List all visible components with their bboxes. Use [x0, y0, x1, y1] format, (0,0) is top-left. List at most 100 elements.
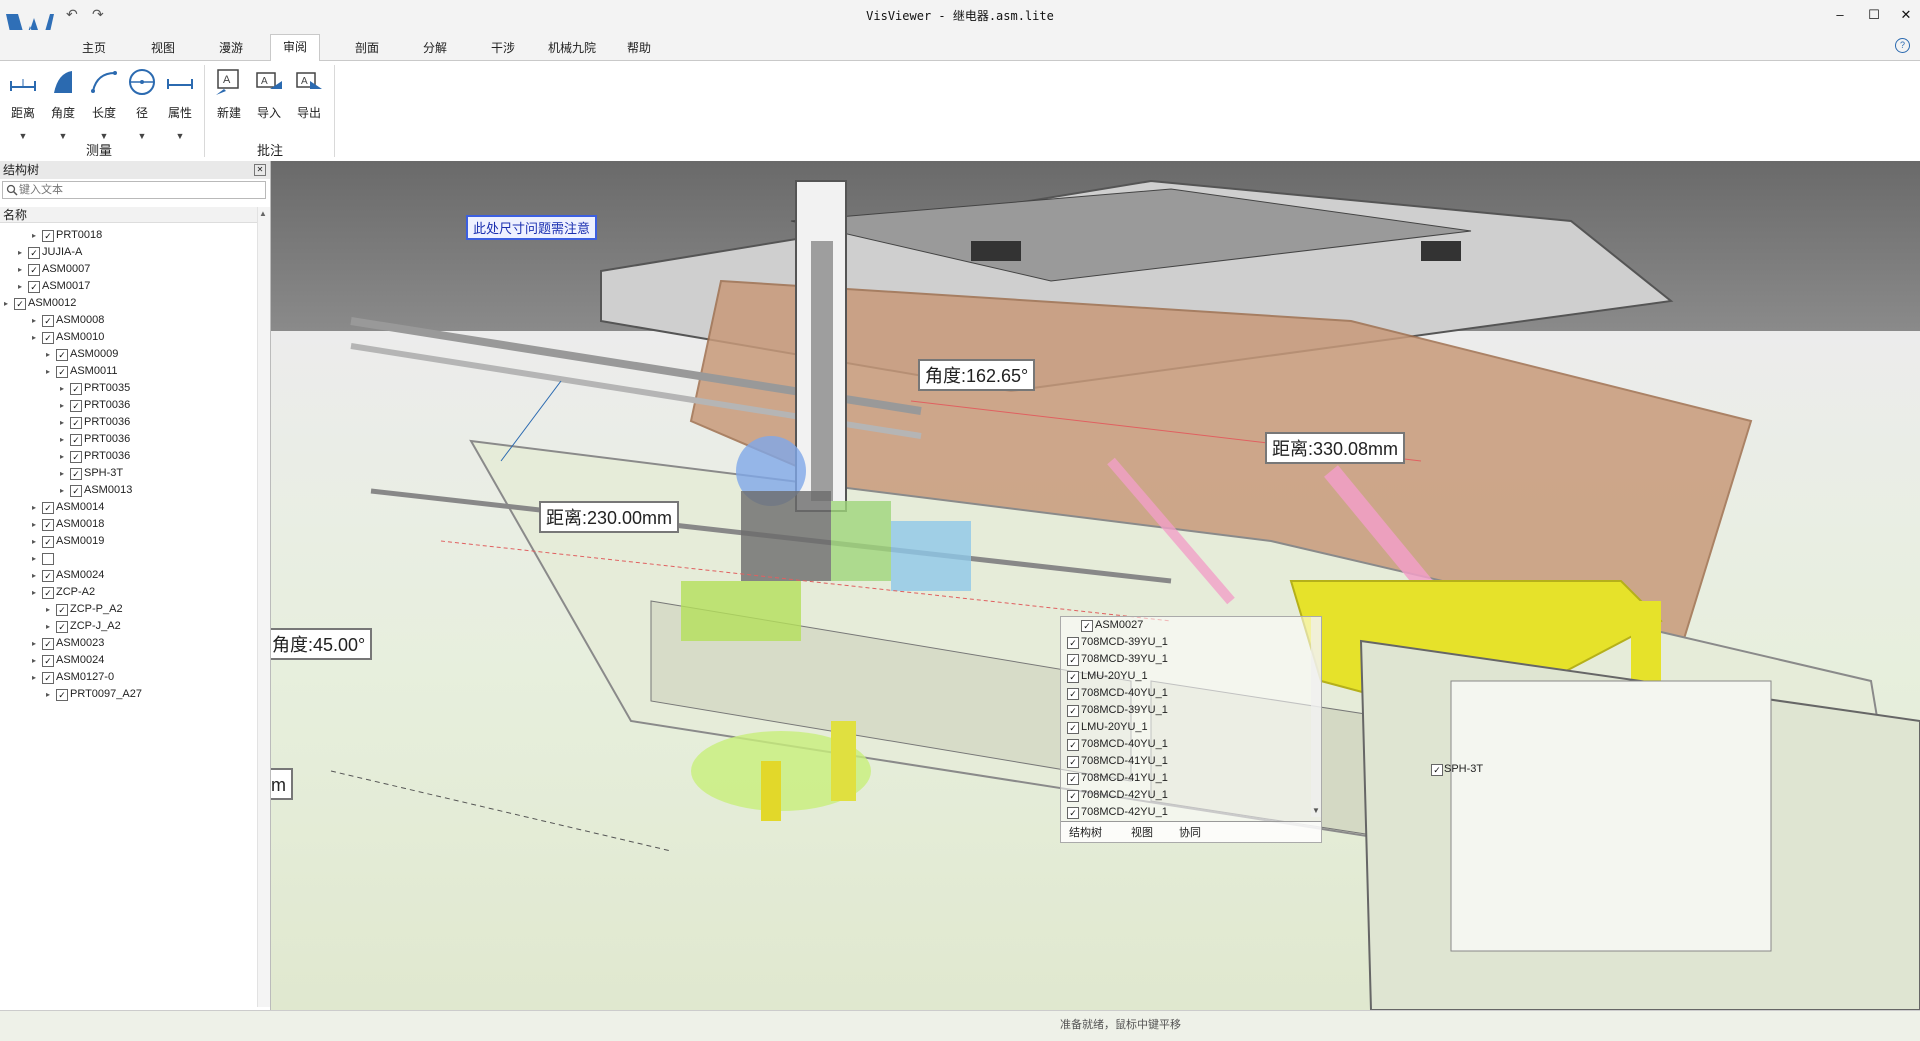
expand-icon[interactable]: ▸ — [4, 295, 12, 312]
tree-item[interactable]: ▸ ✓ PRT0018 — [0, 227, 256, 244]
checkbox[interactable]: ✓ — [1067, 637, 1079, 649]
tree-item[interactable]: ▸ ✓ ASM0013 — [0, 482, 256, 499]
tree-scrollbar[interactable]: ▲ — [257, 207, 270, 1007]
expand-icon[interactable]: ▸ — [18, 261, 26, 278]
expand-icon[interactable]: ▸ — [32, 227, 40, 244]
expand-icon[interactable]: ▸ — [32, 312, 40, 329]
tree-item[interactable]: ▸ ✓ PRT0097_A27 — [0, 686, 256, 703]
measure-radius-button[interactable]: 径 ▼ — [123, 67, 161, 141]
angle-measurement-162[interactable]: 角度:162.65° — [918, 359, 1036, 391]
tree-item[interactable]: ▸ ✓ ASM0023 — [0, 635, 256, 652]
tree-item[interactable]: ▸ ✓ ASM0014 — [0, 499, 256, 516]
tree-item[interactable]: ▸ ✓ PRT0036 — [0, 448, 256, 465]
expand-icon[interactable]: ▸ — [32, 516, 40, 533]
tree-item[interactable]: ✓ 708MCD-42YU_1 — [1061, 787, 1321, 804]
tab-views[interactable]: 视图 — [1131, 824, 1153, 840]
column-header-name[interactable]: 名称 — [0, 207, 258, 223]
tree-item[interactable]: ▸ ✓ ASM0012 — [0, 295, 256, 312]
search-box[interactable] — [2, 181, 266, 199]
checkbox[interactable]: ✓ — [1067, 705, 1079, 717]
3d-viewport[interactable]: 此处尺寸问题需注意 角度:162.65° 距离:330.08mm 距离:230.… — [271, 161, 1920, 1010]
tree-item[interactable]: ✓ 708MCD-39YU_1 — [1061, 702, 1321, 719]
tab-collaboration[interactable]: 协同 — [1179, 824, 1201, 840]
help-icon[interactable]: ? — [1895, 38, 1910, 53]
tab-structure-tree[interactable]: 结构树 — [1069, 824, 1102, 840]
expand-icon[interactable]: ▸ — [32, 550, 40, 567]
checkbox[interactable]: ✓ — [1067, 773, 1079, 785]
expand-icon[interactable]: ▸ — [60, 448, 68, 465]
checkbox[interactable]: ✓ — [56, 689, 68, 701]
tab-section[interactable]: 剖面 — [343, 36, 391, 60]
tab-jixie-jiuyuan[interactable]: 机械九院 — [536, 36, 608, 60]
checkbox[interactable]: ✓ — [1067, 688, 1079, 700]
checkbox[interactable]: ✓ — [70, 485, 82, 497]
tree-item[interactable]: ▸ ✓ ASM0019 — [0, 533, 256, 550]
checkbox[interactable]: ✓ — [1067, 807, 1079, 819]
tab-help[interactable]: 帮助 — [615, 36, 663, 60]
scroll-up-icon[interactable]: ▲ — [259, 209, 267, 218]
tab-interference[interactable]: 干涉 — [479, 36, 527, 60]
expand-icon[interactable]: ▸ — [60, 431, 68, 448]
expand-icon[interactable]: ▸ — [46, 601, 54, 618]
chevron-down-icon[interactable]: ▼ — [4, 131, 42, 141]
expand-icon[interactable]: ▸ — [46, 363, 54, 380]
expand-icon[interactable]: ▸ — [60, 465, 68, 482]
tree-item[interactable]: ▸ ✓ ASM0024 — [0, 567, 256, 584]
note-annotation[interactable]: 此处尺寸问题需注意 — [466, 215, 598, 240]
tree-item[interactable]: ✓ 708MCD-42YU_1 — [1061, 804, 1321, 821]
checkbox[interactable] — [42, 553, 54, 565]
distance-measurement-330[interactable]: 距离:330.08mm — [1265, 432, 1406, 464]
measure-distance-button[interactable]: 距离 ▼ — [4, 67, 42, 141]
checkbox[interactable]: ✓ — [14, 298, 26, 310]
checkbox[interactable]: ✓ — [42, 570, 54, 582]
expand-icon[interactable]: ▸ — [32, 584, 40, 601]
tree-item[interactable]: ▸ ✓ SPH-3T — [0, 465, 256, 482]
distance-measurement-230[interactable]: 距离:230.00mm — [539, 501, 680, 533]
tree-item[interactable]: ▸ ✓ PRT0036 — [0, 431, 256, 448]
tree-item[interactable]: ▸ ✓ ASM0010 — [0, 329, 256, 346]
annotation-new-button[interactable]: A 新建 — [210, 67, 248, 121]
expand-icon[interactable]: ▸ — [46, 686, 54, 703]
checkbox[interactable]: ✓ — [56, 366, 68, 378]
tree-item[interactable]: ▸ ✓ ASM0018 — [0, 516, 256, 533]
annotation-export-button[interactable]: A 导出 — [290, 67, 328, 121]
tree-item[interactable]: ▸ ✓ PRT0036 — [0, 397, 256, 414]
tab-home[interactable]: 主页 — [70, 36, 118, 60]
tree-item[interactable]: ✓ LMU-20YU_1 — [1061, 719, 1321, 736]
checkbox[interactable]: ✓ — [70, 383, 82, 395]
close-button[interactable]: ✕ — [1892, 4, 1920, 26]
checkbox[interactable]: ✓ — [42, 672, 54, 684]
tree-item[interactable]: ✓ 708MCD-41YU_1 — [1061, 770, 1321, 787]
checkbox[interactable]: ✓ — [42, 638, 54, 650]
assembly-model[interactable] — [271, 161, 1920, 1010]
tree-item[interactable]: ✓ ASM0027 — [1061, 617, 1321, 634]
tree-item[interactable]: ▸ ✓ JUJIA-A — [0, 244, 256, 261]
tree-item[interactable]: ▸ ✓ PRT0036 — [0, 414, 256, 431]
tree-item[interactable]: ▸ ✓ PRT0035 — [0, 380, 256, 397]
distance-measurement-572[interactable]: 距离:572.70mm — [271, 768, 294, 800]
tree-item[interactable]: ▸ — [0, 550, 256, 567]
expand-icon[interactable]: ▸ — [32, 635, 40, 652]
checkbox[interactable]: ✓ — [1067, 671, 1079, 683]
checkbox[interactable]: ✓ — [56, 604, 68, 616]
expand-icon[interactable]: ▸ — [60, 414, 68, 431]
minimize-button[interactable]: – — [1826, 4, 1854, 26]
search-input[interactable] — [19, 182, 259, 198]
tree-item[interactable]: ✓ 708MCD-39YU_1 — [1061, 634, 1321, 651]
checkbox[interactable]: ✓ — [42, 315, 54, 327]
scroll-down-icon[interactable]: ▼ — [1312, 806, 1320, 815]
expand-icon[interactable]: ▸ — [32, 329, 40, 346]
tab-view[interactable]: 视图 — [139, 36, 187, 60]
angle-measurement-45[interactable]: 角度:45.00° — [271, 628, 373, 660]
tab-explode[interactable]: 分解 — [411, 36, 459, 60]
tree-item[interactable]: ▸ ✓ ASM0011 — [0, 363, 256, 380]
checkbox[interactable]: ✓ — [42, 332, 54, 344]
expand-icon[interactable]: ▸ — [32, 652, 40, 669]
checkbox[interactable]: ✓ — [1067, 756, 1079, 768]
tree-item[interactable]: ▸ ✓ ASM0024 — [0, 652, 256, 669]
annotation-import-button[interactable]: A 导入 — [250, 67, 288, 121]
checkbox[interactable]: ✓ — [42, 230, 54, 242]
tree-item[interactable]: ▸ ✓ ASM0009 — [0, 346, 256, 363]
chevron-down-icon[interactable]: ▼ — [161, 131, 199, 141]
tree-item[interactable]: ✓ 708MCD-39YU_1 — [1061, 651, 1321, 668]
